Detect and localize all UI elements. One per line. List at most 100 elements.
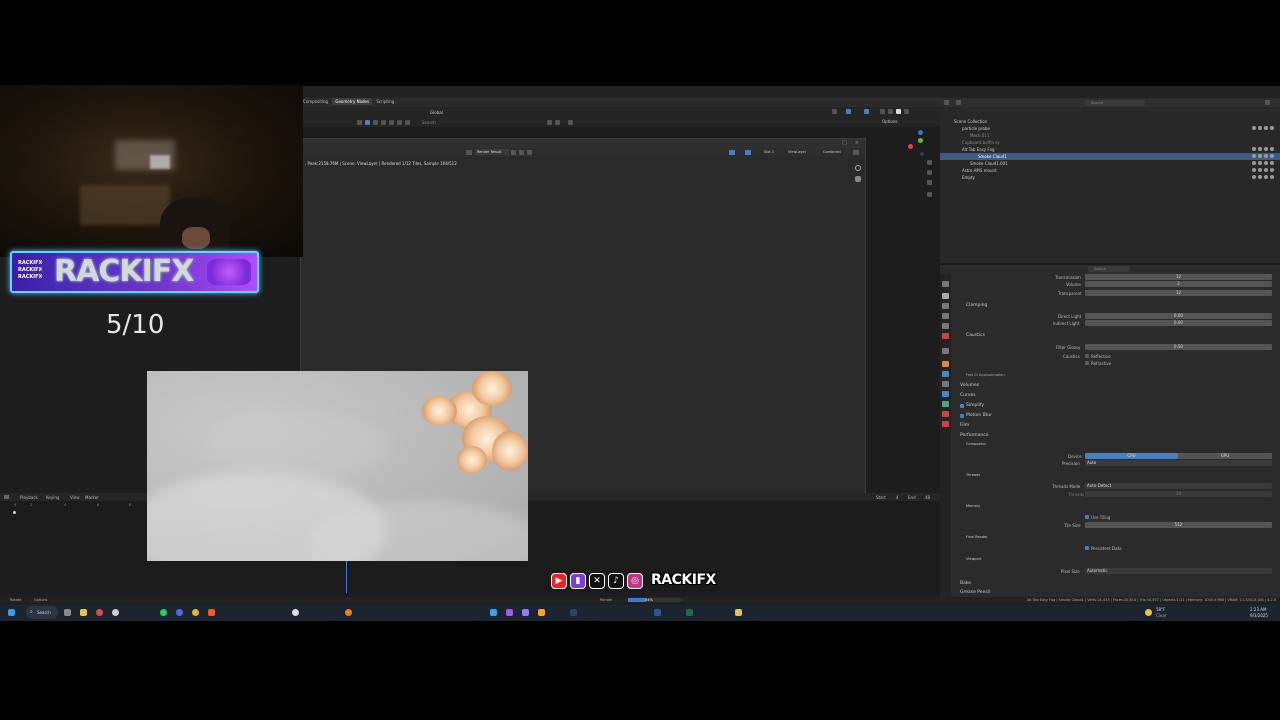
visibility-icons[interactable] xyxy=(1250,175,1274,180)
outliner-filter-icon[interactable] xyxy=(956,100,961,105)
outliner-search[interactable]: Search xyxy=(1085,100,1145,106)
browser-icon[interactable] xyxy=(96,609,103,616)
caustics-section[interactable]: Caustics xyxy=(966,333,985,338)
rendered-shading-icon[interactable] xyxy=(896,109,901,114)
outliner-row-selected[interactable]: Smoke Cloud1 xyxy=(940,153,1280,160)
refractive-checkbox[interactable] xyxy=(1085,361,1089,365)
layer-selector[interactable]: ViewLayer xyxy=(788,150,806,154)
after-effects-icon[interactable] xyxy=(522,609,529,616)
camera-view-icon[interactable] xyxy=(927,180,932,185)
output-tab-icon[interactable] xyxy=(942,303,949,309)
filter-icon[interactable] xyxy=(547,120,552,125)
clamping-section[interactable]: Clamping xyxy=(966,303,987,308)
use-tiling-checkbox[interactable] xyxy=(1085,515,1089,519)
compositor-section[interactable]: Compositor xyxy=(966,442,986,446)
overlay-icon[interactable] xyxy=(373,120,378,125)
curves-section[interactable]: Curves xyxy=(960,393,976,398)
pin-icon[interactable] xyxy=(511,150,516,155)
obs-icon[interactable] xyxy=(292,609,299,616)
clock-date[interactable]: 9/3/2025 xyxy=(1250,613,1268,618)
fast-gi-section[interactable]: Fast GI Approximation xyxy=(966,373,1005,377)
motion-blur-checkbox[interactable] xyxy=(960,414,964,418)
view-layer-tab-icon[interactable] xyxy=(942,313,949,319)
material-tab-icon[interactable] xyxy=(942,421,949,427)
physics-tab-icon[interactable] xyxy=(942,391,949,397)
film-section[interactable]: Film xyxy=(960,423,969,428)
device-cpu-button[interactable]: CPU xyxy=(1085,453,1178,459)
motion-blur-section[interactable]: Motion Blur xyxy=(966,413,992,418)
properties-search[interactable]: Search xyxy=(1088,266,1130,272)
view-icon[interactable] xyxy=(832,109,837,114)
viewport-overlay-icon[interactable] xyxy=(864,109,869,114)
keying-menu[interactable]: Keying xyxy=(46,495,59,500)
end-field[interactable]: 48 xyxy=(925,495,930,500)
brave-icon[interactable] xyxy=(208,609,215,616)
tab-geometry-nodes[interactable]: Geometry Nodes xyxy=(332,98,373,105)
simplify-checkbox[interactable] xyxy=(960,404,964,408)
gizmo-y-axis[interactable] xyxy=(918,138,923,143)
visibility-icons[interactable] xyxy=(1250,154,1274,159)
persistent-data-checkbox[interactable] xyxy=(1085,546,1089,550)
shading-icon[interactable] xyxy=(397,120,402,125)
visibility-icons[interactable] xyxy=(1250,161,1274,166)
taskbar-search[interactable]: ⌕ Search xyxy=(26,606,58,619)
tab-compositing[interactable]: Compositing xyxy=(300,98,331,105)
material-shading-icon[interactable] xyxy=(888,109,893,114)
timeline-ruler[interactable]: 0 2 4 6 8 xyxy=(0,502,140,508)
chrome-icon[interactable] xyxy=(192,609,199,616)
slot-selector[interactable]: Slot 1 xyxy=(764,150,774,154)
illustrator-icon[interactable] xyxy=(538,609,545,616)
windows-start-icon[interactable] xyxy=(8,609,15,616)
outliner-row[interactable]: Smoke Cloud1.001 xyxy=(940,160,1280,167)
options-button[interactable]: Options xyxy=(882,119,897,124)
settings-icon[interactable] xyxy=(112,609,119,616)
constraints-tab-icon[interactable] xyxy=(942,401,949,407)
render-tab-icon[interactable] xyxy=(942,293,949,299)
grease-pencil-section[interactable]: Grease Pencil xyxy=(960,590,990,595)
camera-icon[interactable] xyxy=(555,120,560,125)
hand-icon[interactable] xyxy=(927,170,932,175)
select-icon[interactable] xyxy=(846,109,851,114)
image-name-field[interactable]: Render Result xyxy=(475,149,509,155)
data-tab-icon[interactable] xyxy=(942,411,949,417)
outliner-row[interactable]: Astro AMS mount xyxy=(940,167,1280,174)
simplify-section[interactable]: Simplify xyxy=(966,403,984,408)
hand-icon[interactable] xyxy=(855,176,861,182)
weather-temp[interactable]: 58°F xyxy=(1156,607,1165,612)
outliner-row[interactable]: particle probe xyxy=(940,125,1280,132)
direct-light-field[interactable]: 0.00 xyxy=(1085,313,1272,319)
transparent-field[interactable]: 12 xyxy=(1085,290,1272,296)
excel-icon[interactable] xyxy=(686,609,693,616)
particles-tab-icon[interactable] xyxy=(942,381,949,387)
maximize-icon[interactable]: □ xyxy=(842,140,847,146)
final-render-section[interactable]: Final Render xyxy=(966,535,988,539)
sidebar-toggle-icon[interactable] xyxy=(853,150,859,155)
unlink-icon[interactable] xyxy=(527,150,532,155)
discord-icon[interactable] xyxy=(176,609,183,616)
playback-menu[interactable]: Playback xyxy=(20,495,38,500)
bake-section[interactable]: Bake xyxy=(960,581,971,586)
transmission-field[interactable]: 12 xyxy=(1085,274,1272,280)
filter-glossy-field[interactable]: 0.50 xyxy=(1085,344,1272,350)
performance-section[interactable]: Performance xyxy=(960,433,989,438)
threads-section[interactable]: Threads xyxy=(966,473,980,477)
close-icon[interactable]: × xyxy=(855,140,859,146)
pass-selector[interactable]: Combined xyxy=(823,150,841,154)
threads-field[interactable]: 24 xyxy=(1085,491,1272,497)
object-tab-icon[interactable] xyxy=(942,361,949,367)
memory-section[interactable]: Memory xyxy=(966,504,980,508)
gizmo-neg-axis[interactable] xyxy=(920,152,924,156)
clock-time[interactable]: 2:23 AM xyxy=(1250,607,1266,612)
gizmo-z-axis[interactable] xyxy=(918,130,923,135)
wireframe-icon[interactable] xyxy=(904,109,909,114)
new-collection-icon[interactable] xyxy=(1265,100,1270,105)
spotify-icon[interactable] xyxy=(160,609,167,616)
outliner-row[interactable]: Empty xyxy=(940,174,1280,181)
display-channels-icon[interactable] xyxy=(745,150,751,155)
fake-user-icon[interactable] xyxy=(519,150,524,155)
word-icon[interactable] xyxy=(654,609,661,616)
gizmo-x-axis[interactable] xyxy=(908,144,913,149)
scene-tab-icon[interactable] xyxy=(942,323,949,329)
outliner-row[interactable]: Scene Collection xyxy=(940,118,1280,125)
outliner-row[interactable]: Alt Tab Easy Fog xyxy=(940,146,1280,153)
